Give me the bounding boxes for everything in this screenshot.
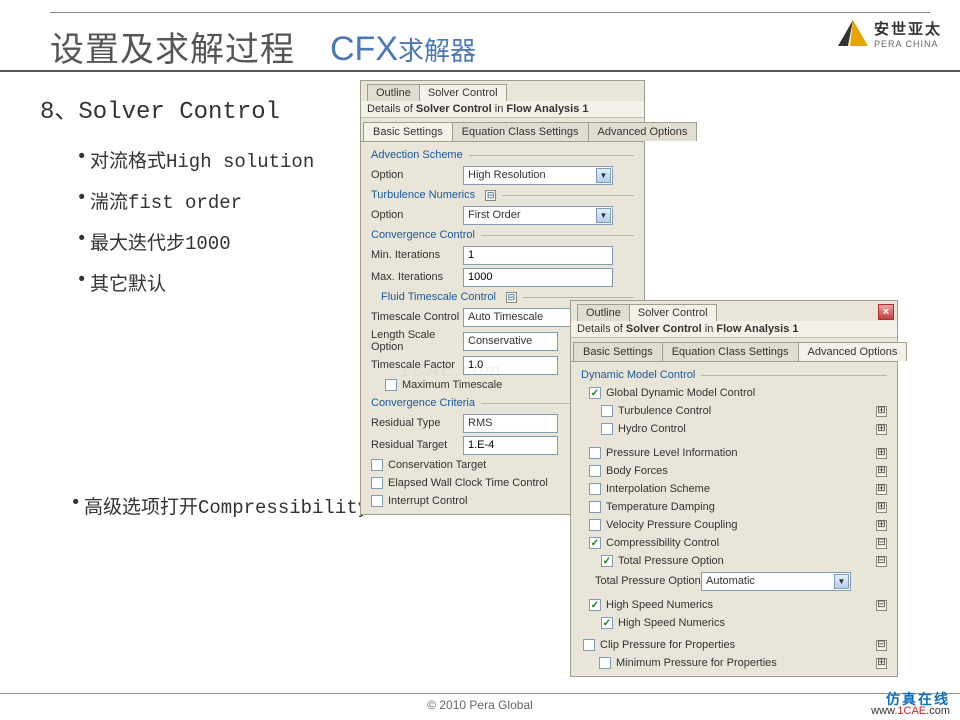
close-icon[interactable]: × [878,304,894,320]
label-option: Option [371,169,463,181]
subtab-basic[interactable]: Basic Settings [573,342,663,361]
bullet-item: 湍流fist order [90,187,360,214]
subtab-equation[interactable]: Equation Class Settings [662,342,799,361]
length-scale-dropdown[interactable]: Conservative [463,332,558,351]
expand-icon[interactable]: ⊞ [876,466,887,477]
expand-icon[interactable]: ⊞ [876,502,887,513]
timescale-factor-input[interactable] [463,356,558,375]
advection-dropdown[interactable]: High Resolution▼ [463,166,613,185]
collapse-icon[interactable]: ⊟ [485,190,496,201]
tab-outline[interactable]: Outline [367,84,420,101]
tab-solver-control[interactable]: Solver Control [419,84,507,101]
logo: 安世亚太 PERA CHINA [838,18,942,49]
velocity-pressure-checkbox[interactable] [589,519,601,531]
solver-advanced-panel: × Outline Solver Control Details of Solv… [570,300,898,677]
group-dynamic-model: Dynamic Model Control [575,366,893,384]
slide-header: 设置及求解过程 CFX求解器 安世亚太 PERA CHINA [0,0,960,72]
step-title: 8、Solver Control [40,90,360,126]
group-turbulence: Turbulence Numerics ⊟ [365,186,640,204]
subtab-equation[interactable]: Equation Class Settings [452,122,589,141]
slide-content: 8、Solver Control 对流格式High solution 湍流fis… [40,90,360,310]
turbulence-dropdown[interactable]: First Order▼ [463,206,613,225]
expand-icon[interactable]: ⊞ [876,484,887,495]
expand-icon[interactable]: ⊞ [876,520,887,531]
expand-icon[interactable]: ⊞ [876,658,887,669]
global-dynamic-checkbox[interactable] [589,387,601,399]
min-iterations-input[interactable] [463,246,613,265]
clip-pressure-checkbox[interactable] [583,639,595,651]
expand-icon[interactable]: ⊞ [876,448,887,459]
max-iterations-input[interactable] [463,268,613,287]
min-pressure-checkbox[interactable] [599,657,611,669]
collapse-icon[interactable]: ⊟ [506,292,517,303]
page-title: 设置及求解过程 [50,22,295,71]
subtab-advanced[interactable]: Advanced Options [588,122,698,141]
chevron-down-icon: ▼ [596,208,611,223]
logo-icon [838,20,868,48]
copyright: © 2010 Pera Global [427,698,533,712]
expand-icon[interactable]: ⊞ [876,406,887,417]
bullet-item: 对流格式High solution [90,146,360,173]
collapse-icon[interactable]: ⊟ [876,538,887,549]
high-speed-numerics-checkbox[interactable] [589,599,601,611]
collapse-icon[interactable]: ⊟ [876,556,887,567]
compressibility-checkbox[interactable] [589,537,601,549]
collapse-icon[interactable]: ⊟ [876,640,887,651]
tab-solver-control[interactable]: Solver Control [629,304,717,321]
chevron-down-icon: ▼ [834,574,849,589]
slide-footer: © 2010 Pera Global 仿真在线 www.1CAE.com [0,693,960,720]
tab-outline[interactable]: Outline [577,304,630,321]
collapse-icon[interactable]: ⊟ [876,600,887,611]
turbulence-control-checkbox[interactable] [601,405,613,417]
interpolation-checkbox[interactable] [589,483,601,495]
elapsed-time-checkbox[interactable] [371,477,383,489]
temp-damping-checkbox[interactable] [589,501,601,513]
group-advection: Advection Scheme [365,146,640,164]
interrupt-control-checkbox[interactable] [371,495,383,507]
body-forces-checkbox[interactable] [589,465,601,477]
bullet-item: 最大迭代步1000 [90,228,360,255]
subtab-advanced[interactable]: Advanced Options [798,342,908,361]
total-pressure-dropdown[interactable]: Automatic▼ [701,572,851,591]
high-speed-numerics-inner-checkbox[interactable] [601,617,613,629]
bullet-item: 其它默认 [90,269,360,296]
expand-icon[interactable]: ⊞ [876,424,887,435]
residual-target-input[interactable] [463,436,558,455]
footer-badge: 仿真在线 www.1CAE.com [871,692,950,718]
total-pressure-option-checkbox[interactable] [601,555,613,567]
chevron-down-icon: ▼ [596,168,611,183]
hydro-control-checkbox[interactable] [601,423,613,435]
max-timescale-checkbox[interactable] [385,379,397,391]
details-bar: Details of Solver Control in Flow Analys… [571,321,897,338]
conservation-target-checkbox[interactable] [371,459,383,471]
subtab-basic[interactable]: Basic Settings [363,122,453,141]
residual-type-dropdown[interactable]: RMS [463,414,558,433]
pressure-level-checkbox[interactable] [589,447,601,459]
page-subtitle: CFX求解器 [330,30,476,69]
details-bar: Details of Solver Control in Flow Analys… [361,101,644,118]
group-convergence: Convergence Control [365,226,640,244]
